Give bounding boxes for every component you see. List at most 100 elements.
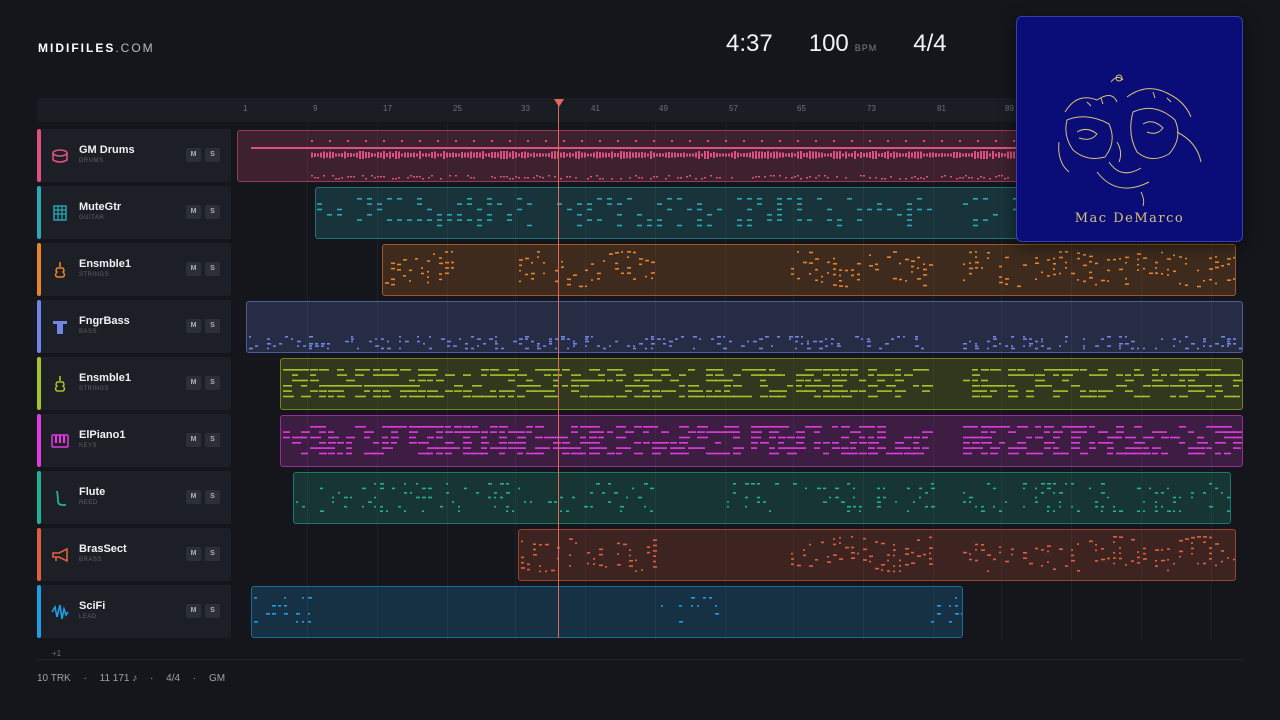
flute-icon <box>56 490 66 506</box>
clip-notes <box>521 536 1235 573</box>
brand-logo[interactable]: MIDIFILES.COM <box>38 41 155 55</box>
clip-notes <box>296 483 1230 512</box>
album-artist-name: Mac DeMarco <box>1074 211 1185 226</box>
midi-clip[interactable] <box>246 301 1243 353</box>
track-color-stripe <box>37 585 41 638</box>
mute-button[interactable]: M <box>186 604 201 618</box>
album-sketch-illustration <box>1058 74 1202 207</box>
track-header[interactable]: GM Drums DRUMS M S <box>37 129 231 182</box>
mute-button[interactable]: M <box>186 376 201 390</box>
track-header[interactable]: ElPiano1 KEYS M S <box>37 414 231 467</box>
clip-notes <box>249 336 1242 350</box>
track-category: STRINGS <box>79 386 110 392</box>
solo-button[interactable]: S <box>205 433 220 447</box>
track-name: FngrBass <box>79 315 130 327</box>
playhead[interactable] <box>558 104 559 638</box>
ruler-bar-number: 65 <box>797 104 806 113</box>
mute-button[interactable]: M <box>186 148 201 162</box>
ruler-bar-number: 57 <box>729 104 738 113</box>
track-header[interactable]: Ensmble1 STRINGS M S <box>37 243 231 296</box>
track-color-stripe <box>37 357 41 410</box>
footer-standard: GM <box>208 673 226 684</box>
track-header[interactable]: BrasSect BRASS M S <box>37 528 231 581</box>
footer-divider <box>37 659 1243 660</box>
midi-clip[interactable] <box>382 244 1236 296</box>
mute-button[interactable]: M <box>186 433 201 447</box>
solo-button[interactable]: S <box>205 319 220 333</box>
track-category: BASS <box>79 329 98 335</box>
track-name: MuteGtr <box>79 201 122 213</box>
ruler-bar-number: 17 <box>383 104 392 113</box>
ruler-bar-number: 33 <box>521 104 530 113</box>
album-cover: Mac DeMarco <box>1016 16 1243 242</box>
brand-domain: .COM <box>115 41 155 55</box>
solo-button[interactable]: S <box>205 604 220 618</box>
bass-icon <box>53 321 67 334</box>
footer-sep: · <box>83 673 87 684</box>
synth-wave-icon <box>51 604 69 620</box>
track-header[interactable]: Ensmble1 STRINGS M S <box>37 357 231 410</box>
track-category: LEAD <box>79 614 97 620</box>
track-name: Flute <box>79 486 106 498</box>
footer-track-count: 10 TRK <box>37 673 71 684</box>
midi-clip[interactable] <box>518 529 1236 581</box>
track-name: SciFi <box>79 600 106 612</box>
footer-time-signature: 4/4 <box>166 673 181 684</box>
guitar-icon <box>53 205 67 221</box>
track-category: GUITAR <box>79 215 105 221</box>
midi-clip[interactable] <box>293 472 1231 524</box>
clip-notes <box>385 251 1235 288</box>
violin-icon <box>54 262 66 278</box>
ruler-bar-number: 81 <box>937 104 946 113</box>
track-header[interactable]: Flute REED M S <box>37 471 231 524</box>
track-header[interactable]: SciFi LEAD M S <box>37 585 231 638</box>
track-name: Ensmble1 <box>79 258 131 270</box>
horn-icon <box>52 547 68 563</box>
midi-clip[interactable] <box>251 586 963 638</box>
mute-button[interactable]: M <box>186 262 201 276</box>
mute-button[interactable]: M <box>186 319 201 333</box>
ruler-bar-number: 41 <box>591 104 600 113</box>
track-category: REED <box>79 500 98 506</box>
song-duration: 4:37 <box>726 30 773 57</box>
midi-clip[interactable] <box>280 415 1243 467</box>
track-name: ElPiano1 <box>79 429 126 441</box>
ruler-bar-number: 1 <box>243 104 248 113</box>
ruler-bar-number: 9 <box>313 104 318 113</box>
track-category: DRUMS <box>79 158 104 164</box>
solo-button[interactable]: S <box>205 547 220 561</box>
midi-clip[interactable] <box>280 358 1243 410</box>
solo-button[interactable]: S <box>205 205 220 219</box>
track-header[interactable]: MuteGtr GUITAR M S <box>37 186 231 239</box>
clip-notes <box>283 426 1242 455</box>
track-category: BRASS <box>79 557 102 563</box>
track-category: STRINGS <box>79 272 110 278</box>
track-header[interactable]: FngrBass BASS M S <box>37 300 231 353</box>
track-name: Ensmble1 <box>79 372 131 384</box>
solo-button[interactable]: S <box>205 490 220 504</box>
piano-icon <box>51 434 69 448</box>
track-color-stripe <box>37 186 41 239</box>
clip-notes <box>254 597 962 623</box>
ruler-bar-number: 89 <box>1005 104 1014 113</box>
track-color-stripe <box>37 129 41 182</box>
transport-stats: 4:37 100 BPM 4/4 <box>726 30 947 58</box>
more-tracks-indicator[interactable]: +1 <box>52 649 61 658</box>
brand-name: MIDIFILES <box>38 41 116 55</box>
mute-button[interactable]: M <box>186 547 201 561</box>
footer-sep: · <box>192 673 197 684</box>
playhead-handle[interactable] <box>554 99 564 107</box>
track-color-stripe <box>37 243 41 296</box>
tempo-value: 100 <box>808 30 849 57</box>
drum-icon <box>52 149 68 163</box>
track-name: GM Drums <box>79 144 135 156</box>
solo-button[interactable]: S <box>205 376 220 390</box>
ruler-bar-number: 73 <box>867 104 876 113</box>
track-color-stripe <box>37 414 41 467</box>
mute-button[interactable]: M <box>186 490 201 504</box>
mute-button[interactable]: M <box>186 205 201 219</box>
solo-button[interactable]: S <box>205 148 220 162</box>
track-color-stripe <box>37 471 41 524</box>
track-category: KEYS <box>79 443 98 449</box>
solo-button[interactable]: S <box>205 262 220 276</box>
